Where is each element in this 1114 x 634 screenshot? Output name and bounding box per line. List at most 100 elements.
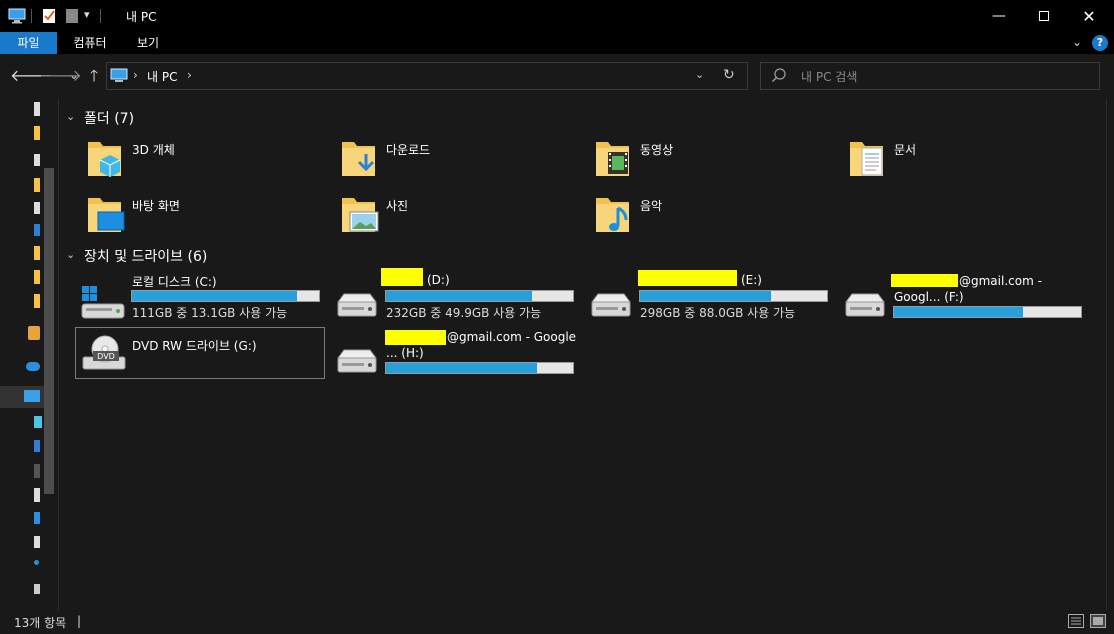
recent-locations-button[interactable]: ⌄ <box>64 66 84 86</box>
drive-usage-fill <box>132 291 297 301</box>
address-bar[interactable]: › 내 PC › ⌄ ↻ <box>106 62 748 90</box>
folder-label[interactable]: 음악 <box>640 197 662 214</box>
breadcrumb-item[interactable]: 내 PC <box>147 68 177 85</box>
quick-access-item-icon[interactable] <box>34 102 40 116</box>
tab-file[interactable]: 파일 <box>0 32 57 54</box>
documents-folder-icon <box>848 136 888 180</box>
new-folder-icon[interactable] <box>65 8 79 24</box>
download-icon[interactable] <box>34 440 40 452</box>
large-icons-view-icon[interactable] <box>1090 614 1106 628</box>
drive-name[interactable]: 로컬 디스크 (C:) <box>132 273 217 290</box>
divider <box>100 9 101 23</box>
drive-usage-bar <box>893 306 1082 318</box>
refresh-icon[interactable]: ↻ <box>723 67 735 83</box>
drive-usage-fill <box>386 291 532 301</box>
drive-usage-bar <box>131 290 320 302</box>
close-button[interactable]: ✕ <box>1066 0 1112 32</box>
ribbon: 파일 컴퓨터 보기 ⌄ ? <box>0 32 1114 54</box>
drive-icon <box>842 292 888 322</box>
expand-ribbon-icon[interactable]: ⌄ <box>1072 35 1082 49</box>
onedrive-icon[interactable] <box>26 362 40 371</box>
drive-name[interactable]: (E:) <box>741 273 762 287</box>
search-box[interactable]: 내 PC 검색 <box>760 62 1100 90</box>
folder-label[interactable]: 사진 <box>386 197 408 214</box>
maximize-button[interactable] <box>1021 0 1067 32</box>
minimize-button[interactable]: — <box>976 0 1022 32</box>
documents-icon[interactable] <box>34 488 40 502</box>
collapse-group-icon[interactable]: ⌄ <box>66 110 75 123</box>
dvd-drive-icon: DVD <box>81 333 127 373</box>
dvd-drive-item[interactable]: DVD DVD RW 드라이브 (G:) <box>75 327 325 379</box>
breadcrumb-chevron-icon[interactable]: › <box>187 68 192 82</box>
navigation-pane-scrollbar[interactable] <box>44 168 54 494</box>
music-folder-icon <box>594 192 634 236</box>
breadcrumb-chevron-icon[interactable]: › <box>133 68 138 82</box>
redacted-label <box>891 274 958 287</box>
folder-icon[interactable] <box>34 126 40 140</box>
drive-name[interactable]: DVD RW 드라이브 (G:) <box>132 337 257 354</box>
search-input[interactable]: 내 PC 검색 <box>801 68 857 85</box>
drive-icon[interactable] <box>34 202 40 214</box>
customize-toolbar-icon[interactable]: ▾ <box>84 8 90 21</box>
desktop-folder-icon <box>86 192 126 236</box>
3d-objects-icon[interactable] <box>34 416 42 428</box>
desktop-icon[interactable] <box>34 512 40 524</box>
redacted-label <box>385 330 446 345</box>
folder-label[interactable]: 바탕 화면 <box>132 197 180 214</box>
3d-objects-folder-icon <box>86 136 126 180</box>
folder-icon[interactable] <box>34 294 40 308</box>
folder-icon[interactable] <box>34 270 40 284</box>
pictures-icon[interactable] <box>34 536 40 548</box>
drive-name[interactable]: @gmail.com - <box>959 274 1042 288</box>
folder-label[interactable]: 3D 개체 <box>132 141 175 158</box>
nav-item-this-pc-selected[interactable] <box>0 386 44 408</box>
computer-icon[interactable] <box>8 8 26 24</box>
forward-button[interactable]: 🡒 <box>39 66 82 86</box>
svg-text:DVD: DVD <box>97 352 115 361</box>
window-title: 내 PC <box>126 10 157 24</box>
drives-group-header[interactable]: 장치 및 드라이브 (6) <box>84 246 207 266</box>
folders-group-header[interactable]: 폴더 (7) <box>84 108 134 128</box>
pictures-folder-icon <box>340 192 380 236</box>
folder-label[interactable]: 동영상 <box>640 141 673 158</box>
status-bar: 13개 항목 | <box>0 610 1114 634</box>
windows-drive-icon <box>80 282 126 322</box>
details-view-icon[interactable] <box>1068 614 1084 628</box>
up-button[interactable]: 🡑 <box>84 66 104 86</box>
properties-icon[interactable] <box>42 7 56 24</box>
divider <box>31 9 32 23</box>
computer-icon <box>24 390 40 402</box>
folder-label[interactable]: 문서 <box>894 141 916 158</box>
folder-label[interactable]: 다운로드 <box>386 141 430 158</box>
drive-icon <box>334 348 380 378</box>
drive-name[interactable]: Googl... (F:) <box>894 290 964 304</box>
drive-icon <box>334 292 380 322</box>
drive-usage-fill <box>894 307 1024 317</box>
folder-icon[interactable] <box>34 178 40 192</box>
tab-view[interactable]: 보기 <box>124 32 172 54</box>
drive-name[interactable]: @gmail.com - Google <box>447 330 576 344</box>
content-scrollbar[interactable] <box>1106 98 1114 610</box>
drive-usage-fill <box>386 363 538 373</box>
download-icon[interactable] <box>34 224 40 236</box>
drive-free-space: 298GB 중 88.0GB 사용 가능 <box>640 306 796 320</box>
drive-usage-bar <box>639 290 828 302</box>
drive-name[interactable]: (D:) <box>427 273 450 287</box>
help-icon[interactable]: ? <box>1092 35 1108 51</box>
drive-name[interactable]: ... (H:) <box>386 346 424 360</box>
folder-icon[interactable] <box>34 246 40 260</box>
videos-icon[interactable] <box>34 464 40 478</box>
drive-icon[interactable] <box>34 584 40 594</box>
downloads-folder-icon <box>340 136 380 180</box>
status-separator: | <box>77 614 82 628</box>
computer-icon <box>110 68 128 83</box>
address-dropdown-icon[interactable]: ⌄ <box>695 68 704 81</box>
music-icon[interactable] <box>34 560 39 565</box>
back-button[interactable]: 🡐 <box>10 66 53 86</box>
drive-icon[interactable] <box>34 154 40 166</box>
title-bar: ▾ 내 PC — ✕ <box>0 0 1114 32</box>
office-icon[interactable] <box>28 326 40 340</box>
collapse-group-icon[interactable]: ⌄ <box>66 248 75 261</box>
drive-icon <box>588 292 634 322</box>
tab-computer[interactable]: 컴퓨터 <box>62 32 118 54</box>
